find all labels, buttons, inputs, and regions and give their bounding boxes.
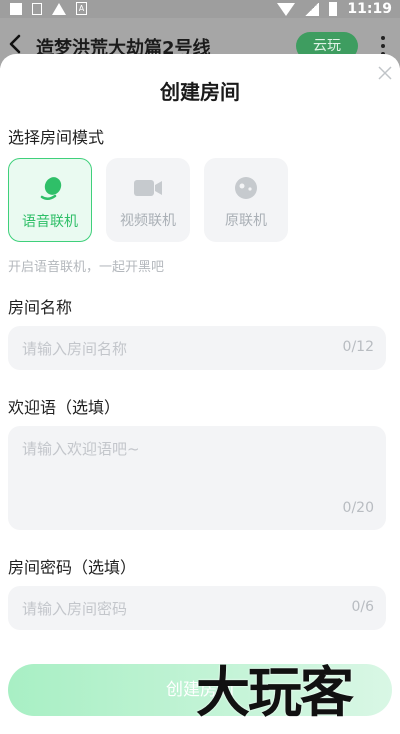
sim-card-icon bbox=[32, 2, 42, 15]
password-counter: 0/6 bbox=[351, 599, 374, 615]
password-input[interactable]: 请输入房间密码 0/6 bbox=[8, 586, 386, 630]
welcome-label: 欢迎语（选填） bbox=[8, 398, 121, 417]
room-name-counter: 0/12 bbox=[342, 339, 374, 355]
back-arrow-icon[interactable] bbox=[6, 32, 26, 56]
room-name-placeholder: 请输入房间名称 bbox=[22, 340, 128, 358]
notification-icon bbox=[10, 2, 22, 15]
wifi-icon bbox=[277, 2, 296, 16]
mode-video[interactable]: 视频联机 bbox=[106, 158, 190, 242]
sheet-title: 创建房间 bbox=[160, 80, 240, 104]
signal-icon bbox=[305, 2, 320, 16]
welcome-counter: 0/20 bbox=[342, 500, 374, 516]
create-room-sheet: 创建房间 选择房间模式 语音联机 视频联机 原联机 开启语音联机，一起开黑吧 房… bbox=[0, 54, 400, 734]
mode-selector: 语音联机 视频联机 原联机 bbox=[8, 158, 288, 242]
room-name-label: 房间名称 bbox=[8, 298, 73, 317]
mode-hint: 开启语音联机，一起开黑吧 bbox=[8, 260, 165, 275]
mode-video-label: 视频联机 bbox=[120, 213, 176, 229]
mode-classic-label: 原联机 bbox=[225, 213, 267, 229]
video-camera-icon bbox=[134, 180, 162, 196]
clock: 11:19 bbox=[347, 1, 392, 17]
room-name-input[interactable]: 请输入房间名称 0/12 bbox=[8, 326, 386, 370]
mode-voice[interactable]: 语音联机 bbox=[8, 158, 92, 242]
welcome-textarea[interactable]: 请输入欢迎语吧~ 0/20 bbox=[8, 426, 386, 530]
mode-section-label: 选择房间模式 bbox=[8, 128, 105, 147]
battery-icon bbox=[329, 2, 338, 16]
watermark-logo: 大玩客 bbox=[196, 661, 354, 724]
more-menu-icon[interactable] bbox=[380, 36, 386, 56]
mode-voice-label: 语音联机 bbox=[22, 214, 78, 230]
status-bar: A 11:19 bbox=[0, 0, 400, 18]
warning-icon bbox=[52, 2, 66, 15]
app-notification-icon: A bbox=[76, 2, 87, 15]
microphone-icon bbox=[40, 177, 62, 200]
welcome-placeholder: 请输入欢迎语吧~ bbox=[22, 440, 140, 458]
gamepad-icon bbox=[235, 177, 257, 199]
password-label: 房间密码（选填） bbox=[8, 558, 137, 577]
mode-classic[interactable]: 原联机 bbox=[204, 158, 288, 242]
password-placeholder: 请输入房间密码 bbox=[22, 600, 128, 618]
